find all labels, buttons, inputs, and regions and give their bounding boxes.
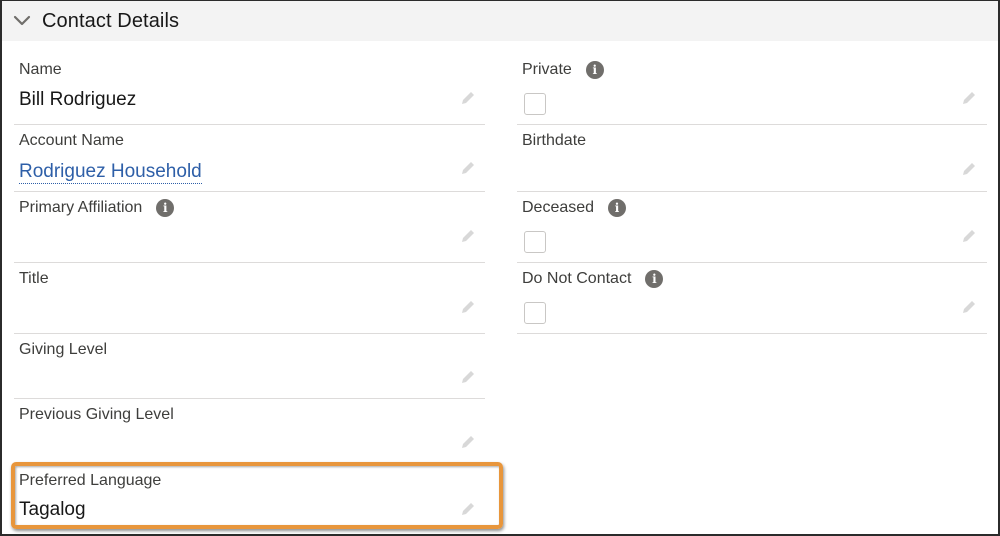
- field-title: Title: [19, 270, 485, 330]
- pencil-icon[interactable]: [459, 433, 477, 451]
- pencil-icon[interactable]: [960, 298, 978, 316]
- field-label: Birthdate: [522, 132, 587, 149]
- field-label: Primary Affiliation: [19, 199, 143, 216]
- pencil-icon[interactable]: [960, 89, 978, 107]
- private-checkbox[interactable]: [524, 93, 546, 115]
- field-label: Preferred Language: [19, 472, 162, 489]
- field-giving-level: Giving Level: [19, 341, 485, 396]
- divider: [517, 262, 987, 263]
- field-deceased: Deceased i: [522, 199, 988, 259]
- divider: [517, 333, 987, 334]
- pencil-icon[interactable]: [459, 159, 477, 177]
- pencil-icon[interactable]: [960, 227, 978, 245]
- info-icon[interactable]: i: [585, 61, 604, 79]
- field-label: Giving Level: [19, 341, 108, 358]
- pencil-icon[interactable]: [459, 227, 477, 245]
- field-value-name: Bill Rodriguez: [19, 89, 137, 110]
- contact-details-panel: Contact Details Name Bill Rodriguez Acco…: [0, 0, 1000, 536]
- pencil-icon[interactable]: [459, 298, 477, 316]
- field-previous-giving-level: Previous Giving Level: [19, 406, 485, 461]
- field-label: Do Not Contact: [522, 270, 632, 287]
- divider: [14, 398, 485, 399]
- field-label: Name: [19, 61, 62, 78]
- section-title: Contact Details: [42, 9, 180, 32]
- divider: [14, 333, 485, 334]
- divider: [14, 124, 485, 125]
- do-not-contact-checkbox[interactable]: [524, 302, 546, 324]
- field-birthdate: Birthdate: [522, 132, 988, 190]
- divider: [14, 262, 485, 263]
- field-label: Title: [19, 270, 49, 287]
- field-private: Private i: [522, 61, 988, 121]
- field-value-preferred-language: Tagalog: [19, 499, 86, 520]
- field-do-not-contact: Do Not Contact i: [522, 270, 988, 330]
- divider: [14, 191, 485, 192]
- pencil-icon[interactable]: [459, 89, 477, 107]
- divider: [517, 124, 987, 125]
- field-name: Name Bill Rodriguez: [19, 61, 485, 121]
- field-label: Private: [522, 61, 572, 78]
- field-primary-affiliation: Primary Affiliation i: [19, 199, 485, 259]
- info-icon[interactable]: i: [645, 270, 664, 288]
- field-label: Account Name: [19, 132, 124, 149]
- pencil-icon[interactable]: [459, 500, 477, 518]
- account-name-link[interactable]: Rodriguez Household: [19, 162, 202, 184]
- pencil-icon[interactable]: [459, 368, 477, 386]
- section-header-contact-details[interactable]: Contact Details: [2, 1, 998, 41]
- info-icon[interactable]: i: [156, 199, 175, 217]
- divider: [517, 191, 987, 192]
- pencil-icon[interactable]: [960, 160, 978, 178]
- field-label: Deceased: [522, 199, 595, 216]
- field-preferred-language: Preferred Language Tagalog: [19, 472, 485, 527]
- chevron-down-icon[interactable]: [12, 11, 32, 31]
- field-account-name: Account Name Rodriguez Household: [19, 132, 485, 190]
- deceased-checkbox[interactable]: [524, 231, 546, 253]
- info-icon[interactable]: i: [608, 199, 627, 217]
- field-label: Previous Giving Level: [19, 406, 174, 423]
